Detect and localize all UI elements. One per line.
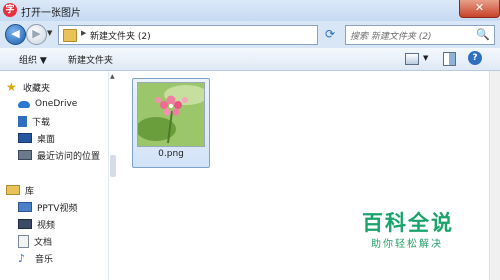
nav-pptv[interactable]: PPTV视频 — [18, 200, 78, 214]
nav-videos[interactable]: 视频 — [18, 217, 55, 231]
folder-icon — [63, 29, 77, 42]
nav-videos-label: 视频 — [37, 220, 56, 231]
app-icon: 字 — [3, 3, 17, 17]
video-icon — [18, 219, 32, 229]
pptv-folder-icon — [18, 202, 32, 212]
address-box[interactable]: ▶ 新建文件夹 (2) ▼ — [58, 25, 368, 45]
nav-favorites[interactable]: ★ 收藏夹 — [6, 80, 50, 94]
preview-pane-icon[interactable] — [443, 52, 456, 66]
nav-documents-label: 文档 — [34, 237, 53, 248]
scroll-up-icon[interactable]: ▲ — [110, 73, 115, 80]
close-button[interactable]: ✕ — [459, 0, 500, 18]
watermark-title: 百科全说 — [362, 211, 454, 235]
nav-libraries[interactable]: 库 — [6, 183, 34, 197]
forward-button[interactable]: ▶ — [26, 24, 47, 45]
navigation-pane: ★ 收藏夹 OneDrive 下载 桌面 最近访问的位置 库 PPTV视频 视频… — [0, 71, 108, 280]
nav-onedrive-label: OneDrive — [35, 99, 78, 109]
nav-library-label: 库 — [25, 186, 35, 197]
title-bar: 字 打开一张图片 ✕ — [0, 0, 500, 21]
view-dropdown-icon[interactable]: ▼ — [423, 54, 428, 62]
watermark-subtitle: 助你轻松解决 — [371, 239, 443, 250]
nav-downloads[interactable]: 下载 — [18, 114, 50, 128]
help-icon[interactable]: ? — [468, 51, 482, 65]
cloud-icon — [18, 100, 30, 108]
nav-favorites-label: 收藏夹 — [23, 83, 51, 94]
content-scrollbar[interactable] — [489, 71, 500, 280]
flower-thumbnail-icon — [138, 83, 204, 146]
star-icon: ★ — [6, 79, 17, 94]
breadcrumb-chevron-icon[interactable]: ▶ — [81, 29, 86, 37]
nav-pptv-label: PPTV视频 — [37, 203, 78, 214]
nav-onedrive[interactable]: OneDrive — [18, 97, 77, 111]
desktop-icon — [18, 133, 32, 143]
nav-music-label: 音乐 — [35, 254, 54, 265]
nav-recent-places[interactable]: 最近访问的位置 — [18, 148, 100, 162]
recent-pages-dropdown[interactable]: ▼ — [47, 29, 52, 37]
search-input[interactable]: 搜索 新建文件夹 (2) 🔍 — [345, 25, 495, 45]
image-thumbnail — [137, 82, 205, 147]
breadcrumb-current[interactable]: 新建文件夹 (2) — [90, 29, 151, 42]
file-name: 0.png — [158, 149, 184, 159]
nav-music[interactable]: ♪ 音乐 — [18, 251, 53, 265]
search-icon[interactable]: 🔍 — [476, 28, 490, 41]
nav-documents[interactable]: 文档 — [18, 234, 52, 248]
new-folder-button[interactable]: 新建文件夹 — [68, 53, 113, 66]
recent-places-icon — [18, 150, 32, 160]
search-placeholder: 搜索 新建文件夹 (2) — [350, 32, 432, 42]
download-folder-icon — [18, 115, 27, 127]
window-title: 打开一张图片 — [21, 8, 81, 19]
back-button[interactable]: ◀ — [5, 24, 26, 45]
file-item[interactable]: 0.png — [132, 78, 210, 168]
document-icon — [18, 234, 29, 248]
view-mode-icon[interactable] — [405, 53, 419, 65]
nav-downloads-label: 下载 — [32, 117, 51, 128]
music-icon: ♪ — [18, 251, 26, 265]
nav-scroll-thumb[interactable] — [110, 155, 116, 177]
organize-button[interactable]: 组织 ▼ — [19, 53, 47, 66]
nav-desktop-label: 桌面 — [37, 134, 56, 145]
library-icon — [6, 185, 20, 195]
nav-recent-label: 最近访问的位置 — [37, 151, 101, 162]
nav-desktop[interactable]: 桌面 — [18, 131, 55, 145]
refresh-button[interactable]: ⟳ — [321, 26, 339, 43]
